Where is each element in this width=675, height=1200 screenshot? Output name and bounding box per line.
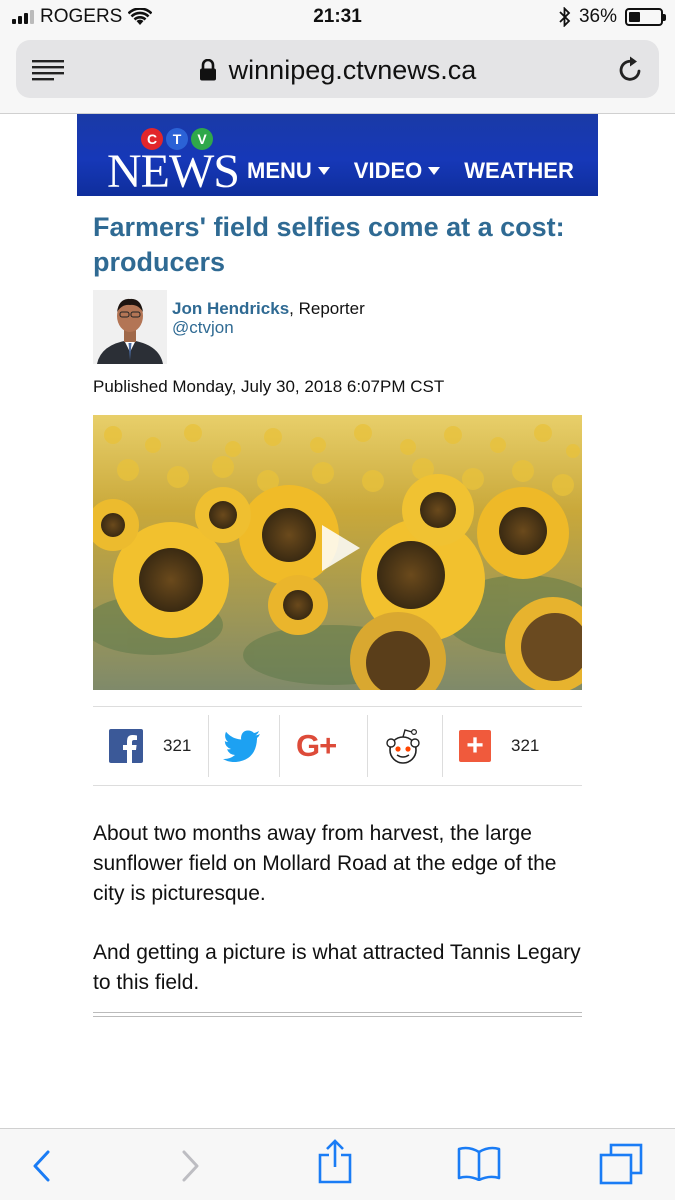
article-paragraph: And getting a picture is what attracted … — [93, 941, 581, 994]
googleplus-icon: G+ — [296, 728, 337, 763]
back-chevron-icon[interactable] — [30, 1149, 52, 1183]
lock-icon — [199, 59, 216, 81]
share-icon[interactable] — [316, 1139, 354, 1185]
author-portrait — [93, 290, 167, 364]
site-nav: MENU VIDEO WEATHER — [247, 158, 574, 184]
url-display[interactable]: winnipeg.ctvnews.ca — [16, 55, 659, 86]
battery-percent: 36% — [578, 6, 617, 27]
article-headline: Farmers' field selfies come at a cost: p… — [93, 212, 565, 277]
author-byline: Jon Hendricks, Reporter — [172, 299, 365, 319]
logo-word: NEWS — [107, 145, 240, 196]
nav-video[interactable]: VIDEO — [353, 158, 441, 184]
article-paragraph: About two months away from harvest, the … — [93, 822, 557, 905]
bookmarks-icon[interactable] — [456, 1145, 502, 1181]
author-name-link[interactable]: Jon Hendricks — [172, 299, 289, 318]
twitter-icon — [223, 730, 260, 762]
nav-video-label: VIDEO — [353, 158, 423, 183]
facebook-share[interactable]: 321 — [109, 715, 191, 777]
divider — [279, 715, 280, 777]
author-twitter-handle[interactable]: @ctvjon — [172, 318, 234, 338]
play-icon[interactable] — [318, 523, 362, 573]
addthis-share[interactable]: + 321 — [459, 715, 539, 777]
facebook-count: 321 — [163, 736, 192, 755]
nav-menu-label: MENU — [247, 158, 312, 183]
total-share-count: 321 — [511, 736, 540, 755]
twitter-share[interactable] — [223, 715, 261, 777]
caret-down-icon — [317, 167, 330, 175]
caret-down-icon — [428, 167, 441, 175]
divider — [93, 1016, 582, 1017]
divider — [208, 715, 209, 777]
published-date: Published Monday, July 30, 2018 6:07PM C… — [93, 377, 445, 396]
browser-chrome: winnipeg.ctvnews.ca — [0, 34, 675, 114]
reddit-share[interactable] — [383, 715, 423, 777]
divider — [93, 1012, 582, 1013]
address-bar[interactable]: winnipeg.ctvnews.ca — [16, 40, 659, 98]
addthis-plus-icon: + — [459, 730, 491, 762]
nav-weather[interactable]: WEATHER — [464, 158, 574, 184]
status-bar: ROGERS 21:31 36% — [0, 0, 675, 34]
article-video[interactable] — [93, 415, 582, 690]
facebook-icon — [109, 729, 143, 763]
battery-icon — [625, 8, 666, 26]
bluetooth-icon — [559, 7, 571, 27]
site-header: C T V NEWS MENU VIDEO WEATHER — [77, 114, 598, 196]
nav-menu[interactable]: MENU — [247, 158, 330, 184]
reload-icon[interactable] — [617, 54, 645, 84]
googleplus-share[interactable]: G+ — [296, 715, 337, 777]
browser-toolbar — [0, 1128, 675, 1200]
ctv-news-logo[interactable]: C T V NEWS — [91, 120, 240, 196]
author-role: , Reporter — [289, 299, 365, 318]
divider — [442, 715, 443, 777]
nav-weather-label: WEATHER — [464, 158, 574, 183]
divider — [367, 715, 368, 777]
status-right: 36% — [559, 6, 666, 28]
forward-chevron-icon[interactable] — [180, 1149, 202, 1183]
author-photo[interactable] — [93, 290, 167, 364]
tabs-icon[interactable] — [599, 1143, 643, 1185]
share-bar: 321 G+ + 321 — [93, 706, 582, 786]
reddit-icon — [386, 728, 420, 764]
url-label: winnipeg.ctvnews.ca — [228, 55, 477, 85]
